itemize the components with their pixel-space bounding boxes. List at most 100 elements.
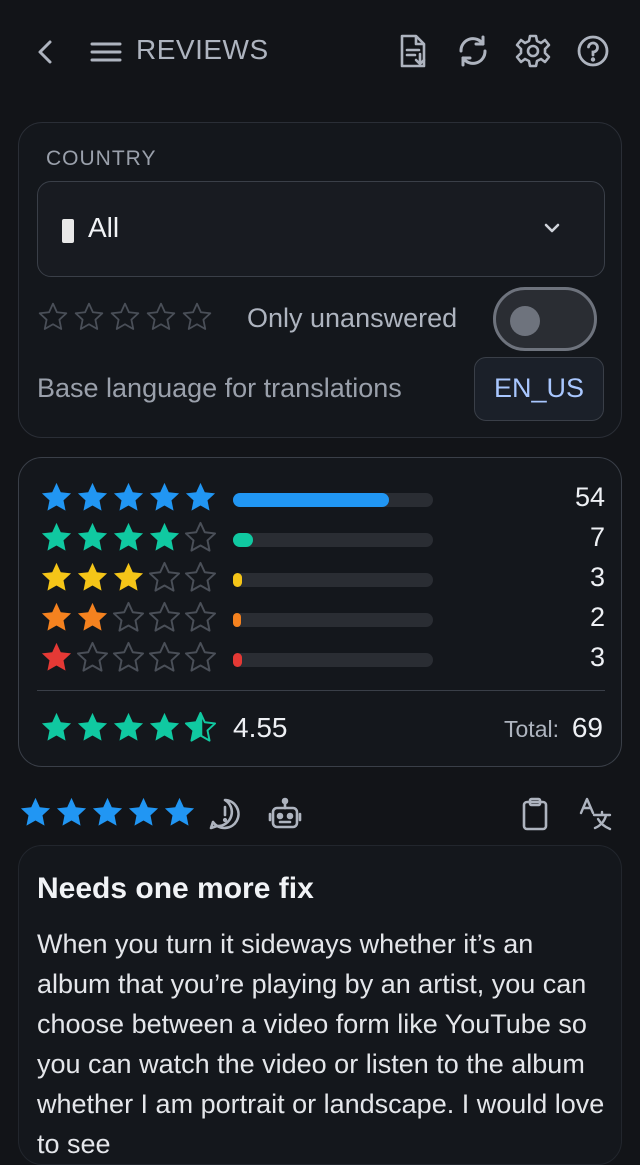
- menu-icon[interactable]: [88, 36, 124, 68]
- rating-count: 3: [589, 642, 605, 672]
- review-body: When you turn it sideways whether it’s a…: [37, 929, 605, 1159]
- rating-count: 3: [589, 562, 605, 592]
- robot-icon[interactable]: [266, 795, 304, 833]
- star-icon: [75, 710, 110, 745]
- back-arrow-icon[interactable]: [30, 36, 62, 68]
- review-title: Needs one more fix: [37, 872, 314, 905]
- rating-bar: [233, 613, 433, 627]
- empty-star-icon[interactable]: [145, 301, 177, 333]
- help-icon[interactable]: [574, 32, 612, 70]
- star-icon: [147, 560, 182, 595]
- rating-bar-fill: [233, 573, 242, 587]
- country-select-value: All: [88, 212, 120, 243]
- empty-star-icon[interactable]: [109, 301, 141, 333]
- page-title: REVIEWS: [136, 34, 269, 65]
- rating-bar-fill: [233, 653, 242, 667]
- star-icon: [162, 795, 197, 830]
- base-language-label: Base language for translations: [37, 373, 402, 403]
- star-icon: [75, 600, 110, 635]
- star-icon: [126, 795, 161, 830]
- toggle-knob: [510, 306, 540, 336]
- star-icon: [75, 560, 110, 595]
- chevron-down-icon: [540, 216, 564, 240]
- total-label: Total:: [504, 716, 559, 742]
- rating-bar-fill: [233, 493, 389, 507]
- rating-count: 54: [574, 482, 605, 512]
- star-icon: [147, 600, 182, 635]
- star-icon: [183, 480, 218, 515]
- rating-summary-card: 54 7 3 2 3 4.55 Total: 69: [18, 457, 622, 767]
- star-icon: [75, 480, 110, 515]
- rating-bar-fill: [233, 533, 253, 547]
- country-select[interactable]: All: [37, 181, 605, 277]
- filters-card: COUNTRY All Only unanswered Base languag…: [18, 122, 622, 438]
- rating-row-2[interactable]: 2: [39, 598, 605, 638]
- refresh-icon[interactable]: [454, 32, 492, 70]
- star-icon: [54, 795, 89, 830]
- star-icon: [39, 640, 74, 675]
- clipboard-icon[interactable]: [516, 795, 554, 833]
- rating-bar: [233, 493, 433, 507]
- average-rating-stars: [39, 710, 218, 745]
- divider: [37, 690, 605, 691]
- rating-row-stars: [39, 480, 218, 515]
- empty-star-icon[interactable]: [37, 301, 69, 333]
- star-icon: [183, 560, 218, 595]
- country-label: COUNTRY: [46, 147, 157, 170]
- review-header: [18, 795, 622, 835]
- star-icon: [111, 710, 146, 745]
- star-icon: [147, 710, 182, 745]
- rating-row-5[interactable]: 54: [39, 478, 605, 518]
- settings-gear-icon[interactable]: [514, 32, 552, 70]
- flag-icon: [62, 219, 74, 243]
- rating-row-stars: [39, 640, 218, 675]
- rating-bar: [233, 653, 433, 667]
- review-stars: [18, 795, 197, 830]
- star-icon: [111, 600, 146, 635]
- rating-row-stars: [39, 520, 218, 555]
- rating-bar: [233, 573, 433, 587]
- star-icon: [75, 520, 110, 555]
- star-icon: [75, 640, 110, 675]
- only-unanswered-label: Only unanswered: [247, 303, 458, 333]
- star-icon: [39, 480, 74, 515]
- rating-bar-fill: [233, 613, 241, 627]
- star-icon: [39, 710, 74, 745]
- rating-count: 7: [589, 522, 605, 552]
- star-icon: [111, 560, 146, 595]
- only-unanswered-toggle[interactable]: [493, 287, 597, 351]
- rating-bar: [233, 533, 433, 547]
- star-icon: [39, 560, 74, 595]
- star-icon: [183, 520, 218, 555]
- star-icon: [18, 795, 53, 830]
- star-rating-filter[interactable]: [37, 301, 213, 333]
- rating-row-4[interactable]: 7: [39, 518, 605, 558]
- star-icon: [183, 640, 218, 675]
- rating-count: 2: [589, 602, 605, 632]
- star-icon: [147, 480, 182, 515]
- reply-alert-icon[interactable]: [206, 795, 244, 833]
- star-icon: [111, 480, 146, 515]
- empty-star-icon[interactable]: [181, 301, 213, 333]
- app-header: REVIEWS: [0, 0, 640, 104]
- rating-row-1[interactable]: 3: [39, 638, 605, 678]
- half-star-icon: [183, 710, 218, 745]
- rating-row-stars: [39, 560, 218, 595]
- star-icon: [39, 600, 74, 635]
- total-value: 69: [571, 712, 603, 743]
- export-document-icon[interactable]: [394, 32, 432, 70]
- star-icon: [183, 600, 218, 635]
- star-icon: [111, 640, 146, 675]
- star-icon: [111, 520, 146, 555]
- review-card: Needs one more fix When you turn it side…: [18, 845, 622, 1165]
- rating-row-3[interactable]: 3: [39, 558, 605, 598]
- star-icon: [147, 640, 182, 675]
- base-language-button[interactable]: EN_US: [474, 357, 604, 421]
- rating-row-stars: [39, 600, 218, 635]
- average-rating: 4.55: [233, 712, 288, 743]
- empty-star-icon[interactable]: [73, 301, 105, 333]
- star-icon: [147, 520, 182, 555]
- star-icon: [90, 795, 125, 830]
- star-icon: [39, 520, 74, 555]
- translate-icon[interactable]: [576, 795, 614, 833]
